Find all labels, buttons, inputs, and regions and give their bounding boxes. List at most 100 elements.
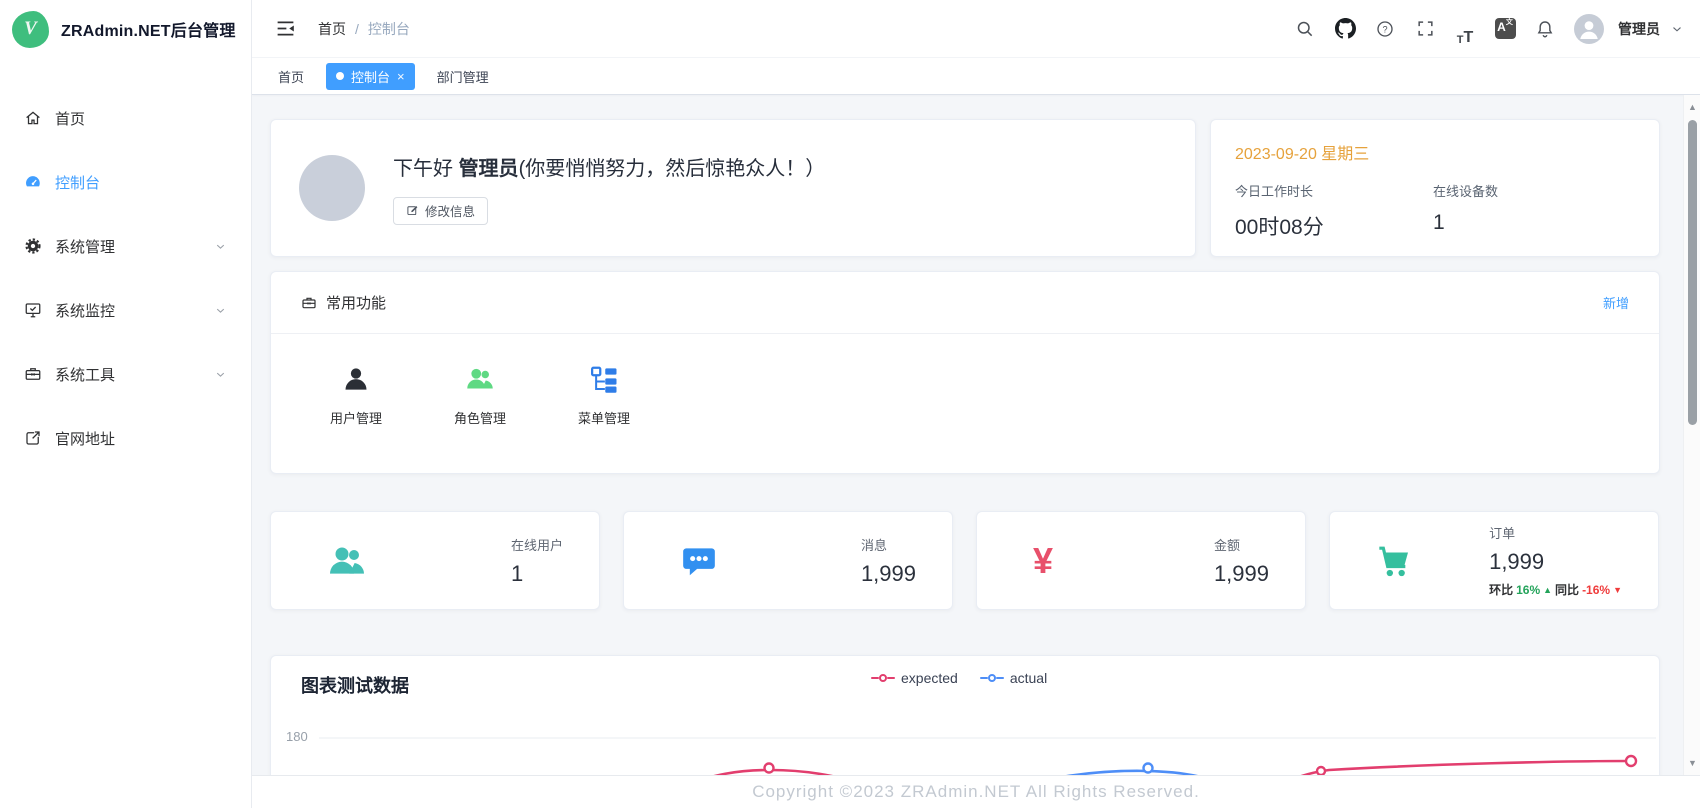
data-point-marker[interactable] xyxy=(1144,764,1153,773)
data-point-marker[interactable] xyxy=(765,764,774,773)
edit-icon xyxy=(406,204,419,217)
sidebar-item-label: 系统管理 xyxy=(55,236,115,257)
top-header: 首页 / 控制台 ? TT A文 管理员 xyxy=(252,0,1700,58)
gear-icon xyxy=(24,237,42,255)
notification-bell-icon[interactable] xyxy=(1528,12,1562,46)
close-icon[interactable]: × xyxy=(397,70,405,83)
sidebar-item-label: 系统工具 xyxy=(55,364,115,385)
stat-value: 1 xyxy=(511,561,563,587)
header-actions: ? TT A文 管理员 xyxy=(1288,12,1684,46)
scrollbar-thumb[interactable] xyxy=(1688,120,1697,425)
dashboard-icon xyxy=(24,173,42,191)
sidebar-item-system-monitor[interactable]: 系统监控 xyxy=(0,278,251,342)
user-menu-chevron-icon[interactable] xyxy=(1670,22,1684,36)
work-duration-value: 00时08分 xyxy=(1235,211,1433,241)
yen-icon: ¥ xyxy=(1033,543,1079,579)
tab-label: 部门管理 xyxy=(437,67,489,86)
stat-card-messages: 消息 1,999 xyxy=(623,511,953,610)
quick-item-label: 用户管理 xyxy=(311,408,401,427)
home-icon xyxy=(24,109,42,127)
github-icon[interactable] xyxy=(1328,12,1362,46)
help-icon[interactable]: ? xyxy=(1368,12,1402,46)
stat-value: 1,999 xyxy=(861,561,916,587)
stat-trend-row: 环比 16% ▲ 同比 -16% ▼ xyxy=(1489,581,1622,598)
chevron-down-icon xyxy=(214,368,227,381)
stat-value: 1,999 xyxy=(1214,561,1269,587)
today-date: 2023-09-20 星期三 xyxy=(1235,140,1635,164)
tab-label: 首页 xyxy=(278,67,304,86)
sidebar-collapse-icon[interactable] xyxy=(272,16,298,42)
message-icon xyxy=(680,542,726,580)
sidebar-item-console[interactable]: 控制台 xyxy=(0,150,251,214)
svg-text:?: ? xyxy=(1382,24,1387,34)
chevron-down-icon xyxy=(214,240,227,253)
footer: Copyright ©2023 ZRAdmin.NET All Rights R… xyxy=(252,775,1700,808)
app-logo-row[interactable]: V ZRAdmin.NET后台管理 xyxy=(0,0,251,58)
stat-label: 订单 xyxy=(1489,523,1622,542)
stat-label: 消息 xyxy=(861,535,916,554)
stat-card-amount: ¥ 金额 1,999 xyxy=(976,511,1306,610)
user-name[interactable]: 管理员 xyxy=(1618,19,1660,39)
tab-label: 控制台 xyxy=(351,67,390,86)
scrollbar-down-arrow-icon[interactable]: ▼ xyxy=(1684,758,1700,768)
breadcrumb-home[interactable]: 首页 xyxy=(318,19,346,39)
translate-icon[interactable]: A文 xyxy=(1488,12,1522,46)
quick-item-menu-mgmt[interactable]: 菜单管理 xyxy=(559,360,649,427)
quick-item-label: 角色管理 xyxy=(435,408,525,427)
stat-label: 在线用户 xyxy=(511,535,563,554)
chart-card: 图表测试数据 expected actual 180 xyxy=(270,655,1660,775)
active-tab-dot xyxy=(336,72,344,80)
data-point-marker[interactable] xyxy=(1317,767,1325,775)
tab-dept[interactable]: 部门管理 xyxy=(437,67,489,86)
fullscreen-icon[interactable] xyxy=(1408,12,1442,46)
sidebar-item-label: 控制台 xyxy=(55,172,100,193)
stat-value: 1,999 xyxy=(1489,549,1622,575)
stat-card-online-users: 在线用户 1 xyxy=(270,511,600,610)
menu-tree-icon xyxy=(559,360,649,394)
toolbox-icon xyxy=(24,365,42,383)
monitor-icon xyxy=(24,301,42,319)
tab-console[interactable]: 控制台 × xyxy=(326,63,415,90)
stat-card-orders: 订单 1,999 环比 16% ▲ 同比 -16% ▼ xyxy=(1329,511,1659,610)
line-chart[interactable] xyxy=(271,656,1660,775)
add-quick-function-link[interactable]: 新增 xyxy=(1603,293,1629,312)
font-size-icon[interactable]: TT xyxy=(1448,12,1482,46)
welcome-card: 下午好 管理员(你要悄悄努力，然后惊艳众人！） 修改信息 xyxy=(270,119,1196,257)
edit-profile-label: 修改信息 xyxy=(425,201,475,220)
roles-icon xyxy=(435,360,525,394)
quick-item-label: 菜单管理 xyxy=(559,408,649,427)
quick-functions-card: 常用功能 新增 用户管理 角色管理 菜单管理 xyxy=(270,271,1660,474)
mom-value: 16% xyxy=(1516,583,1540,597)
scrollbar-up-arrow-icon[interactable]: ▲ xyxy=(1684,102,1700,112)
sidebar-menu: 首页 控制台 系统管理 系统监控 xyxy=(0,86,251,470)
quick-item-role-mgmt[interactable]: 角色管理 xyxy=(435,360,525,427)
user-avatar[interactable] xyxy=(1574,14,1604,44)
chevron-down-icon xyxy=(214,304,227,317)
sidebar: V ZRAdmin.NET后台管理 首页 控制台 系统管理 xyxy=(0,0,252,808)
vertical-scrollbar[interactable]: ▲ ▼ xyxy=(1683,95,1700,775)
user-icon xyxy=(311,360,401,394)
external-link-icon xyxy=(24,429,42,447)
quick-functions-title: 常用功能 xyxy=(326,292,386,313)
sidebar-item-label: 官网地址 xyxy=(55,428,115,449)
tags-view-bar: 首页 控制台 × 部门管理 xyxy=(252,58,1700,95)
greeting-text: 下午好 管理员(你要悄悄努力，然后惊艳众人！） xyxy=(393,152,825,181)
sidebar-item-system-tools[interactable]: 系统工具 xyxy=(0,342,251,406)
main-content: 下午好 管理员(你要悄悄努力，然后惊艳众人！） 修改信息 2023-09-20 … xyxy=(252,95,1700,775)
avatar[interactable] xyxy=(299,155,365,221)
online-devices-label: 在线设备数 xyxy=(1433,181,1635,200)
quick-item-user-mgmt[interactable]: 用户管理 xyxy=(311,360,401,427)
breadcrumb-current: 控制台 xyxy=(368,19,410,39)
tab-home[interactable]: 首页 xyxy=(278,67,304,86)
data-point-marker[interactable] xyxy=(1626,756,1636,766)
triangle-up-icon: ▲ xyxy=(1543,585,1552,595)
triangle-down-icon: ▼ xyxy=(1613,585,1622,595)
breadcrumb: 首页 / 控制台 xyxy=(318,19,410,39)
sidebar-item-home[interactable]: 首页 xyxy=(0,86,251,150)
sidebar-item-official-site[interactable]: 官网地址 xyxy=(0,406,251,470)
stat-label: 金额 xyxy=(1214,535,1269,554)
search-icon[interactable] xyxy=(1288,12,1322,46)
sidebar-item-system-admin[interactable]: 系统管理 xyxy=(0,214,251,278)
briefcase-icon xyxy=(301,295,317,311)
edit-profile-button[interactable]: 修改信息 xyxy=(393,197,488,225)
